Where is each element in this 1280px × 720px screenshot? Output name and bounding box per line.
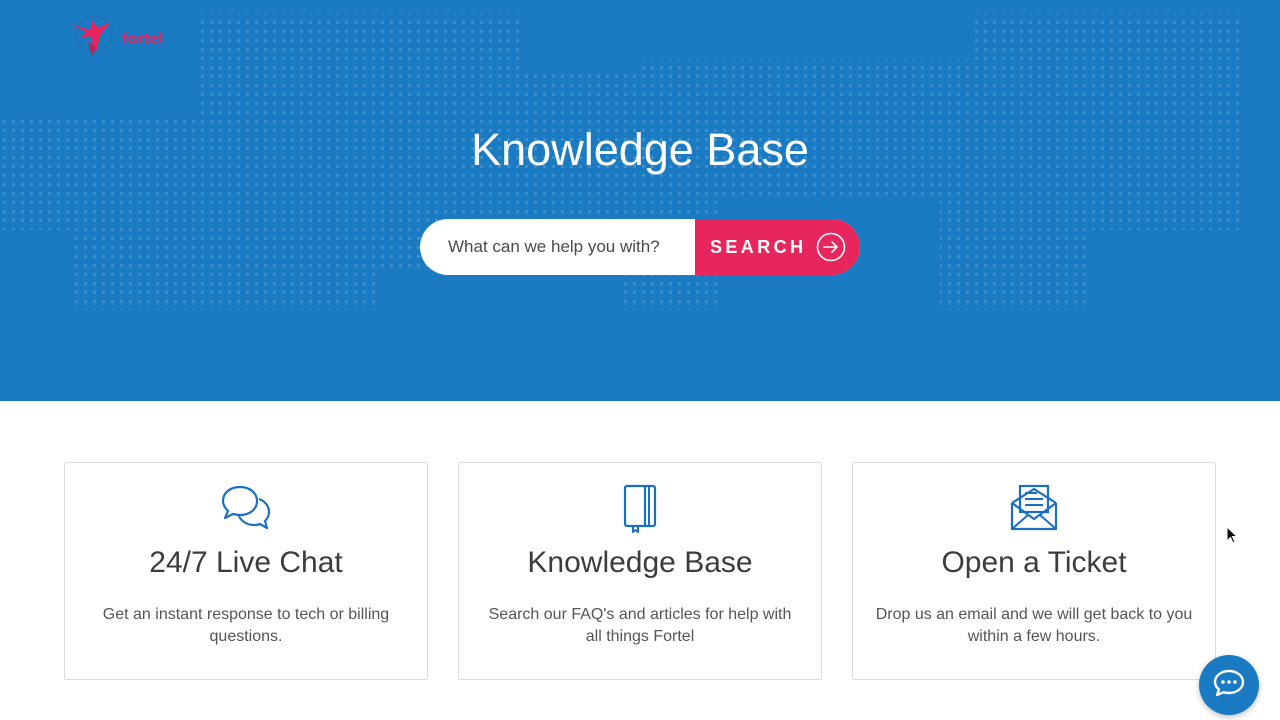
card-live-chat[interactable]: 24/7 Live Chat Get an instant response t… [64, 462, 428, 680]
chat-bubbles-icon [65, 483, 427, 538]
card-title: Knowledge Base [527, 546, 753, 579]
hero-banner: fortel Knowledge Base SEARCH [0, 0, 1280, 401]
card-open-ticket[interactable]: Open a Ticket Drop us an email and we wi… [852, 462, 1216, 680]
chat-widget-button[interactable] [1199, 655, 1259, 715]
search-input[interactable] [420, 219, 695, 275]
card-title: Open a Ticket [941, 546, 1127, 579]
card-description: Search our FAQ's and articles for help w… [488, 606, 792, 645]
page-title: Knowledge Base [471, 124, 809, 175]
brand-name: fortel [122, 30, 164, 48]
bird-globe-logo-icon [66, 12, 120, 65]
book-icon [459, 483, 821, 538]
brand-logo[interactable]: fortel [66, 12, 163, 65]
search-button-label: SEARCH [710, 236, 807, 257]
mouse-cursor [1226, 525, 1239, 549]
search-bar: SEARCH [420, 219, 860, 275]
arrow-right-circle-icon [816, 232, 846, 265]
envelope-letter-icon [853, 483, 1215, 538]
card-description: Get an instant response to tech or billi… [102, 606, 390, 645]
search-button[interactable]: SEARCH [695, 219, 860, 275]
card-description: Drop us an email and we will get back to… [875, 606, 1193, 645]
chat-bubble-icon [1213, 668, 1245, 703]
card-knowledge-base[interactable]: Knowledge Base Search our FAQ's and arti… [458, 462, 822, 680]
card-title: 24/7 Live Chat [149, 546, 343, 579]
